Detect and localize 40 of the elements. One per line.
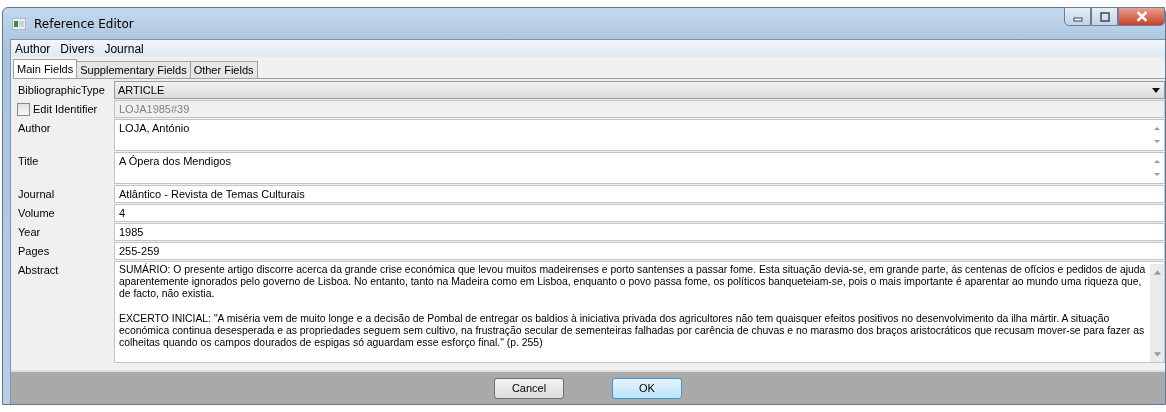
tab[interactable]: Main Fields	[13, 59, 78, 78]
text-field[interactable]: A Ópera dos Mendigos	[114, 152, 1165, 184]
scroll-up-icon	[1153, 270, 1161, 275]
scroll-down-icon	[1153, 352, 1161, 357]
tab[interactable]: Supplementary Fields	[76, 61, 191, 78]
checkbox-label: Edit Identifier	[33, 103, 98, 115]
scrollbar[interactable]	[1150, 264, 1164, 362]
tab[interactable]: Other Fields	[189, 61, 258, 78]
identifier-field[interactable]: LOJA1985#39	[114, 100, 1165, 118]
window-icon	[12, 17, 26, 30]
minimize-button[interactable]	[1064, 7, 1091, 26]
field-label: Year	[17, 225, 42, 240]
text-field[interactable]: 1985	[114, 223, 1165, 241]
close-button[interactable]	[1118, 7, 1165, 26]
field-label: BibliographicType	[17, 83, 106, 98]
field-label: Title	[17, 154, 40, 169]
dropdown-arrow-icon	[1152, 87, 1160, 93]
menu-item[interactable]: Divers	[60, 41, 95, 56]
abstract-textarea[interactable]	[114, 261, 1165, 363]
dialog-button[interactable]: Cancel	[494, 377, 564, 399]
text-field[interactable]: 255-259	[114, 242, 1165, 260]
window-title: Reference Editor	[34, 16, 134, 31]
menu-item[interactable]: Journal	[104, 41, 144, 56]
checkbox[interactable]	[17, 102, 30, 116]
field-label: Author	[17, 121, 52, 136]
field-label: Journal	[17, 187, 56, 202]
text-field[interactable]: Atlântico - Revista de Temas Culturais	[114, 185, 1165, 203]
maximize-icon	[1098, 11, 1111, 22]
close-icon	[1134, 11, 1149, 22]
field-label: Volume	[17, 206, 56, 221]
field-label: Abstract	[17, 263, 60, 278]
text-field[interactable]: 4	[114, 204, 1165, 222]
abstract-paragraph: EXCERTO INICIAL: "A miséria vem de muito longe e a decisão de Pombal de entregar os baldios à iniciativa privada dos agricultores não tem quaisquer efeitos positivos no desenvolvimento da ilha mártir. A situação económica continua desesperada e as propriedades seguem sem cultivo, na frustração secular de sementeiras falhadas por carência de chuvas e no marasmo dos braços aristocráticos que recusam mover-se para fazer as colheitas quando os campos dourados de espigas só aguardam esse esforço final." (p. 255)	[119, 312, 1146, 350]
text-field[interactable]: LOJA, António	[114, 119, 1165, 151]
field-label: Pages	[17, 244, 51, 259]
maximize-button[interactable]	[1091, 7, 1118, 26]
abstract-paragraph: SUMÁRIO: O presente artigo discorre acerca da grande crise económica que levou muitos madeirenses e porto santenses a passar fome. Esta situação devia-se, em grande parte, ás centenas de ofícios e pedidos de ajuda aparentemente ignorados pelo governo de Lisboa. No entanto, tanto na Madeira como em Lisboa, enquanto o povo passa fome, os políticos banqueteiam-se, pois o mais importante é aparentar ao mundo uma riqueza que, de facto, não existia.	[119, 264, 1147, 301]
menu-item[interactable]: Author	[15, 41, 51, 56]
dialog-button[interactable]: OK	[612, 377, 682, 399]
type-dropdown[interactable]: ARTICLE	[114, 81, 1165, 99]
